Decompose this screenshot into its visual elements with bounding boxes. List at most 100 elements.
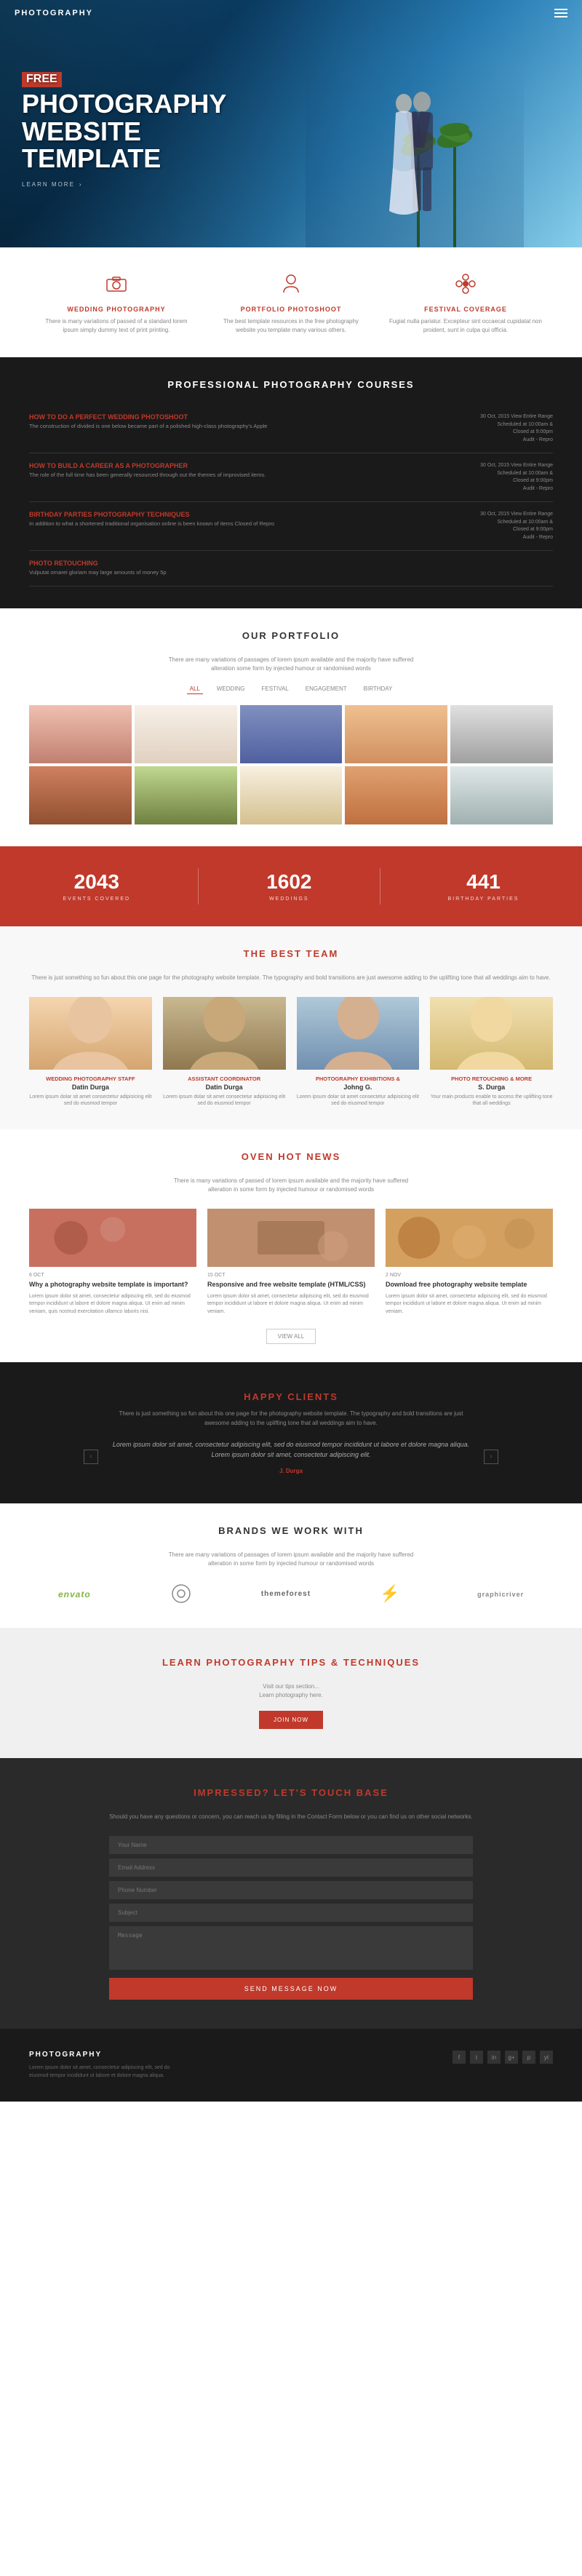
news-date: 15 OCT: [207, 1273, 375, 1278]
twitter-icon[interactable]: t: [470, 2051, 483, 2064]
table-row: HOW TO BUILD A CAREER AS A PHOTOGRAPHER …: [29, 453, 553, 502]
brands-grid: envato themeforest ⚡ graphicriver: [29, 1583, 553, 1606]
prev-arrow[interactable]: ‹: [84, 1450, 98, 1464]
team-role: Photo Retouching & More: [430, 1076, 553, 1082]
team-role: Photography Exhibitions &: [297, 1076, 420, 1082]
footer-social[interactable]: f t in g+ p yt: [453, 2051, 553, 2064]
portfolio-section: OUR PORTFOLIO There are many variations …: [0, 608, 582, 846]
portfolio-item[interactable]: [135, 705, 237, 763]
filter-all[interactable]: ALL: [187, 684, 203, 694]
footer-logo: PHOTOGRAPHY: [29, 2051, 175, 2059]
news-item[interactable]: 15 OCT Responsive and free website templ…: [207, 1209, 375, 1316]
stat-events-number: 2043: [63, 870, 131, 894]
news-item[interactable]: 2 NOV Download free photography website …: [386, 1209, 553, 1316]
team-desc: Lorem ipsum dolar sit amet consectetur a…: [297, 1094, 420, 1108]
services-section: WEDDING PHOTOGRAPHY There is many variat…: [0, 247, 582, 357]
service-title-festival: FESTIVAL COVERAGE: [389, 306, 542, 313]
brands-section: BRANDS WE WORK WITH There are many varia…: [0, 1503, 582, 1628]
team-role: Wedding Photography Staff: [29, 1076, 152, 1082]
learn-join-button[interactable]: JOIN NOW: [259, 1711, 323, 1729]
phone-input[interactable]: [109, 1881, 473, 1899]
main-nav[interactable]: PHOTOGRAPHY: [0, 0, 582, 26]
footer-left: PHOTOGRAPHY Lorem ipsum dolor sit amet, …: [29, 2051, 175, 2080]
brand-5: graphicriver: [477, 1591, 524, 1598]
portfolio-item[interactable]: [135, 766, 237, 824]
course-name: PHOTO RETOUCHING: [29, 560, 553, 567]
team-member: Assistant Coordinator Datin Durga Lorem …: [163, 997, 286, 1108]
news-subtitle: There is many variations of passed of lo…: [29, 1177, 553, 1194]
filter-wedding[interactable]: WEDDING: [214, 684, 248, 694]
portfolio-item[interactable]: [240, 705, 343, 763]
facebook-icon[interactable]: f: [453, 2051, 466, 2064]
email-input[interactable]: [109, 1859, 473, 1877]
team-photo: [430, 997, 553, 1070]
testimonials-title: HAPPY CLIENTS: [29, 1391, 553, 1402]
news-title-text[interactable]: Why a photography website template is im…: [29, 1281, 196, 1289]
team-section: THE BEST TEAM There is just something so…: [0, 926, 582, 1130]
team-desc: Lorem ipsum dolar sit amet consectetur a…: [29, 1094, 152, 1108]
learn-section: LEARN PHOTOGRAPHY TIPS & TECHNIQUES Visi…: [0, 1628, 582, 1758]
stat-weddings-number: 1602: [266, 870, 311, 894]
news-title-text[interactable]: Responsive and free website template (HT…: [207, 1281, 375, 1289]
portfolio-item[interactable]: [345, 766, 447, 824]
subject-input[interactable]: [109, 1904, 473, 1922]
hero-cta[interactable]: LEARN MORE: [22, 181, 75, 188]
portfolio-item[interactable]: [240, 766, 343, 824]
news-item[interactable]: 6 OCT Why a photography website template…: [29, 1209, 196, 1316]
testimonials-subtitle: There is just something so fun about thi…: [109, 1410, 473, 1428]
pinterest-icon[interactable]: p: [522, 2051, 535, 2064]
service-item-wedding: WEDDING PHOTOGRAPHY There is many variat…: [29, 269, 204, 335]
couple-silhouette: [342, 73, 487, 247]
filter-birthday[interactable]: BIRTHDAY: [361, 684, 396, 694]
hero-title-line1: FREE: [22, 72, 62, 87]
team-name: Datin Durga: [163, 1084, 286, 1091]
linkedin-icon[interactable]: in: [487, 2051, 501, 2064]
course-name: HOW TO BUILD A CAREER AS A PHOTOGRAPHER: [29, 462, 480, 469]
stat-events-label: EVENTS COVERED: [63, 897, 131, 902]
youtube-icon[interactable]: yt: [540, 2051, 553, 2064]
portfolio-subtitle: There are many variations of passages of…: [29, 656, 553, 673]
news-excerpt: Lorem ipsum dolor sit amet, consectetur …: [29, 1293, 196, 1316]
team-title: THE BEST TEAM: [29, 948, 553, 959]
testimonial-quote: Lorem ipsum dolor sit amet, consectetur …: [109, 1439, 473, 1460]
googleplus-icon[interactable]: g+: [505, 2051, 518, 2064]
name-input[interactable]: [109, 1836, 473, 1854]
news-title: OVEN HOT NEWS: [29, 1151, 553, 1162]
person-icon: [276, 269, 306, 298]
portfolio-item[interactable]: [29, 766, 132, 824]
hero-title-line2: PHOTOGRAPHY: [22, 90, 226, 118]
message-input[interactable]: [109, 1926, 473, 1970]
view-all-link[interactable]: VIEW ALL: [266, 1329, 316, 1344]
filter-engagement[interactable]: ENGAGEMENT: [303, 684, 350, 694]
hero-title-line4: TEMPLATE: [22, 145, 226, 172]
team-grid: Wedding Photography Staff Datin Durga Lo…: [29, 997, 553, 1108]
view-all-area[interactable]: VIEW ALL: [29, 1330, 553, 1340]
stat-events: 2043 EVENTS COVERED: [63, 870, 131, 902]
filter-festival[interactable]: FESTIVAL: [259, 684, 292, 694]
service-item-festival: FESTIVAL COVERAGE Fugiat nulla pariatur.…: [378, 269, 553, 335]
footer-text: Lorem ipsum dolor sit amet, consectetur …: [29, 2064, 175, 2080]
course-left: PHOTO RETOUCHING Vulputat ornarei gloria…: [29, 560, 553, 577]
news-title-text[interactable]: Download free photography website templa…: [386, 1281, 553, 1289]
stat-divider: [198, 868, 199, 905]
course-name: HOW TO DO A PERFECT WEDDING PHOTOSHOOT: [29, 413, 480, 421]
menu-icon[interactable]: [554, 9, 567, 17]
next-arrow[interactable]: ›: [484, 1450, 498, 1464]
team-role: Assistant Coordinator: [163, 1076, 286, 1082]
table-row: PHOTO RETOUCHING Vulputat ornarei gloria…: [29, 551, 553, 587]
portfolio-item[interactable]: [345, 705, 447, 763]
submit-button[interactable]: SEND MESSAGE NOW: [109, 1978, 473, 2000]
team-desc: Lorem ipsum dolar sit amet consectetur a…: [163, 1094, 286, 1108]
portfolio-item[interactable]: [29, 705, 132, 763]
portfolio-item[interactable]: [450, 705, 553, 763]
course-desc: In addition to what a shortened traditio…: [29, 520, 480, 528]
news-excerpt: Lorem ipsum dolor sit amet, consectetur …: [386, 1293, 553, 1316]
portfolio-item[interactable]: [450, 766, 553, 824]
course-desc: The role of the full time has been gener…: [29, 472, 480, 480]
courses-section: PROFESSIONAL PHOTOGRAPHY COURSES HOW TO …: [0, 357, 582, 608]
hero-section: PHOTOGRAPHY FREE PHOTOGRAPHY WEBSITE TEM…: [0, 0, 582, 247]
portfolio-filters[interactable]: ALL WEDDING FESTIVAL ENGAGEMENT BIRTHDAY: [29, 684, 553, 694]
course-date: 30 Oct, 2015 View Entire RangeScheduled …: [480, 511, 553, 541]
service-text-portfolio: The best template resources in the free …: [215, 317, 367, 335]
hero-title-line3: WEBSITE: [22, 118, 226, 146]
